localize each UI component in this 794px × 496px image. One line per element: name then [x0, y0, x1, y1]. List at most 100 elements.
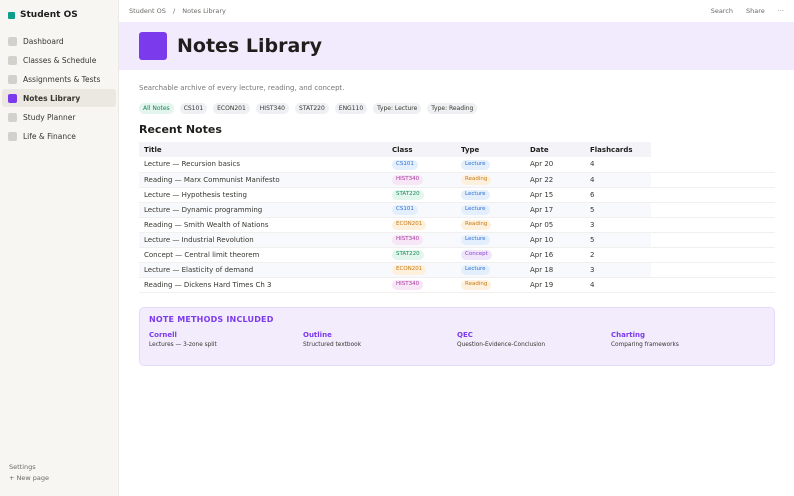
share-button[interactable]: Share	[746, 7, 765, 15]
class-tag[interactable]: HIST340	[392, 174, 424, 185]
sidebar-item-dashboard[interactable]: Dashboard	[2, 32, 116, 50]
filter-chip-cs101[interactable]: CS101	[179, 103, 208, 114]
sidebar-item-classes[interactable]: Classes & Schedule	[2, 51, 116, 69]
more-options-button[interactable]: ···	[778, 7, 784, 15]
filter-chip-type-reading[interactable]: Type: Reading	[427, 103, 478, 114]
cell-date: Apr 16	[525, 247, 585, 263]
cell-type: Lecture	[456, 232, 525, 248]
table-row[interactable]: Reading — Dickens Hard Times Ch 3 HIST340…	[139, 277, 775, 293]
sidebar-item-notes-library[interactable]: Notes Library	[2, 89, 116, 107]
cell-spacer	[651, 277, 775, 293]
page-icon	[8, 36, 17, 46]
method-desc: Structured textbook	[303, 342, 362, 348]
table-row[interactable]: Lecture — Recursion basics CS101 Lecture Ap…	[139, 157, 775, 173]
cell-date: Apr 19	[525, 277, 585, 293]
page-cover-icon[interactable]	[139, 32, 167, 60]
topbar-actions: Search Share ···	[698, 7, 784, 15]
callout-title: NOTE METHODS INCLUDED	[149, 315, 274, 324]
cell-class: CS101	[387, 202, 456, 218]
table-row[interactable]: Reading — Marx Communist Manifesto HIST34…	[139, 172, 775, 188]
cell-title: Concept — Central limit theorem	[139, 247, 387, 263]
filter-chip-eng110[interactable]: ENG110	[334, 103, 368, 114]
filter-chip-hist340[interactable]: HIST340	[255, 103, 290, 114]
class-tag[interactable]: HIST340	[392, 279, 424, 290]
cell-title: Lecture — Dynamic programming	[139, 202, 387, 218]
breadcrumb-root[interactable]: Student OS	[129, 7, 166, 15]
cell-class: ECON201	[387, 217, 456, 233]
type-tag[interactable]: Lecture	[461, 189, 490, 200]
class-tag[interactable]: ECON201	[392, 219, 427, 230]
table-header-row: Title Class Type Date Flashcards	[139, 142, 775, 157]
column-header-title[interactable]: Title	[139, 142, 387, 157]
type-tag[interactable]: Concept	[461, 249, 492, 260]
page-title: Notes Library	[177, 35, 323, 57]
type-tag[interactable]: Reading	[461, 174, 492, 185]
type-tag[interactable]: Lecture	[461, 264, 490, 275]
cell-type: Lecture	[456, 157, 525, 173]
cell-date: Apr 20	[525, 157, 585, 173]
cell-type: Lecture	[456, 187, 525, 203]
cell-date: Apr 18	[525, 262, 585, 278]
section-title: Recent Notes	[139, 123, 222, 136]
search-button[interactable]: Search	[711, 7, 733, 15]
new-page-button[interactable]: + New page	[9, 473, 49, 484]
sidebar-footer: Settings + New page	[9, 462, 49, 484]
table-row[interactable]: Lecture — Elasticity of demand ECON201 Lec…	[139, 262, 775, 278]
type-tag[interactable]: Lecture	[461, 204, 490, 215]
table-row[interactable]: Lecture — Hypothesis testing STAT220 Lectu…	[139, 187, 775, 203]
cell-date: Apr 15	[525, 187, 585, 203]
method-name: Charting	[611, 331, 646, 339]
class-tag[interactable]: CS101	[392, 204, 418, 215]
method-item: Cornell Lectures — 3-zone split	[149, 331, 303, 348]
sidebar-item-study-planner[interactable]: Study Planner	[2, 108, 116, 126]
method-item: Charting Comparing frameworks	[611, 331, 765, 348]
type-tag[interactable]: Reading	[461, 279, 492, 290]
method-name: Outline	[303, 331, 332, 339]
type-tag[interactable]: Lecture	[461, 234, 490, 245]
cell-spacer	[651, 187, 775, 203]
type-tag[interactable]: Lecture	[461, 159, 490, 170]
cell-flashcards: 5	[585, 202, 651, 218]
column-header-flashcards[interactable]: Flashcards	[585, 142, 651, 157]
page-description: Searchable archive of every lecture, rea…	[139, 84, 345, 92]
table-row[interactable]: Lecture — Dynamic programming CS101 Lectur…	[139, 202, 775, 218]
sidebar-item-life-finance[interactable]: Life & Finance	[2, 127, 116, 145]
page-header: Notes Library	[119, 22, 794, 70]
page-icon	[8, 112, 17, 122]
column-header-date[interactable]: Date	[525, 142, 585, 157]
method-item: Outline Structured textbook	[303, 331, 457, 348]
class-tag[interactable]: STAT220	[392, 249, 424, 260]
cell-class: ECON201	[387, 262, 456, 278]
method-desc: Comparing frameworks	[611, 342, 679, 348]
sidebar: Student OS Dashboard Classes & Schedule …	[0, 0, 119, 496]
cell-type: Lecture	[456, 202, 525, 218]
cell-spacer	[651, 157, 775, 173]
breadcrumb-current[interactable]: Notes Library	[182, 7, 226, 15]
type-tag[interactable]: Reading	[461, 219, 492, 230]
class-tag[interactable]: STAT220	[392, 189, 424, 200]
cell-title: Lecture — Elasticity of demand	[139, 262, 387, 278]
cell-type: Concept	[456, 247, 525, 263]
filter-chip-all-notes[interactable]: All Notes	[139, 103, 174, 114]
page-icon	[8, 131, 17, 141]
filter-chip-stat220[interactable]: STAT220	[295, 103, 329, 114]
column-header-class[interactable]: Class	[387, 142, 456, 157]
sidebar-item-assignments[interactable]: Assignments & Tests	[2, 70, 116, 88]
class-tag[interactable]: HIST340	[392, 234, 424, 245]
filter-chips: All Notes CS101 ECON201 HIST340 STAT220 …	[139, 103, 775, 114]
filter-chip-econ201[interactable]: ECON201	[213, 103, 250, 114]
cell-flashcards: 3	[585, 262, 651, 278]
page-icon	[8, 74, 17, 84]
column-header-spacer	[651, 142, 775, 157]
column-header-type[interactable]: Type	[456, 142, 525, 157]
filter-chip-type-lecture[interactable]: Type: Lecture	[373, 103, 422, 114]
class-tag[interactable]: ECON201	[392, 264, 427, 275]
table-row[interactable]: Reading — Smith Wealth of Nations ECON201…	[139, 217, 775, 233]
table-row[interactable]: Lecture — Industrial Revolution HIST340 Le…	[139, 232, 775, 248]
settings-link[interactable]: Settings	[9, 462, 49, 473]
class-tag[interactable]: CS101	[392, 159, 418, 170]
cell-class: STAT220	[387, 187, 456, 203]
workspace-switcher[interactable]: Student OS	[0, 1, 118, 29]
cell-type: Reading	[456, 217, 525, 233]
table-row[interactable]: Concept — Central limit theorem STAT220 Co…	[139, 247, 775, 263]
